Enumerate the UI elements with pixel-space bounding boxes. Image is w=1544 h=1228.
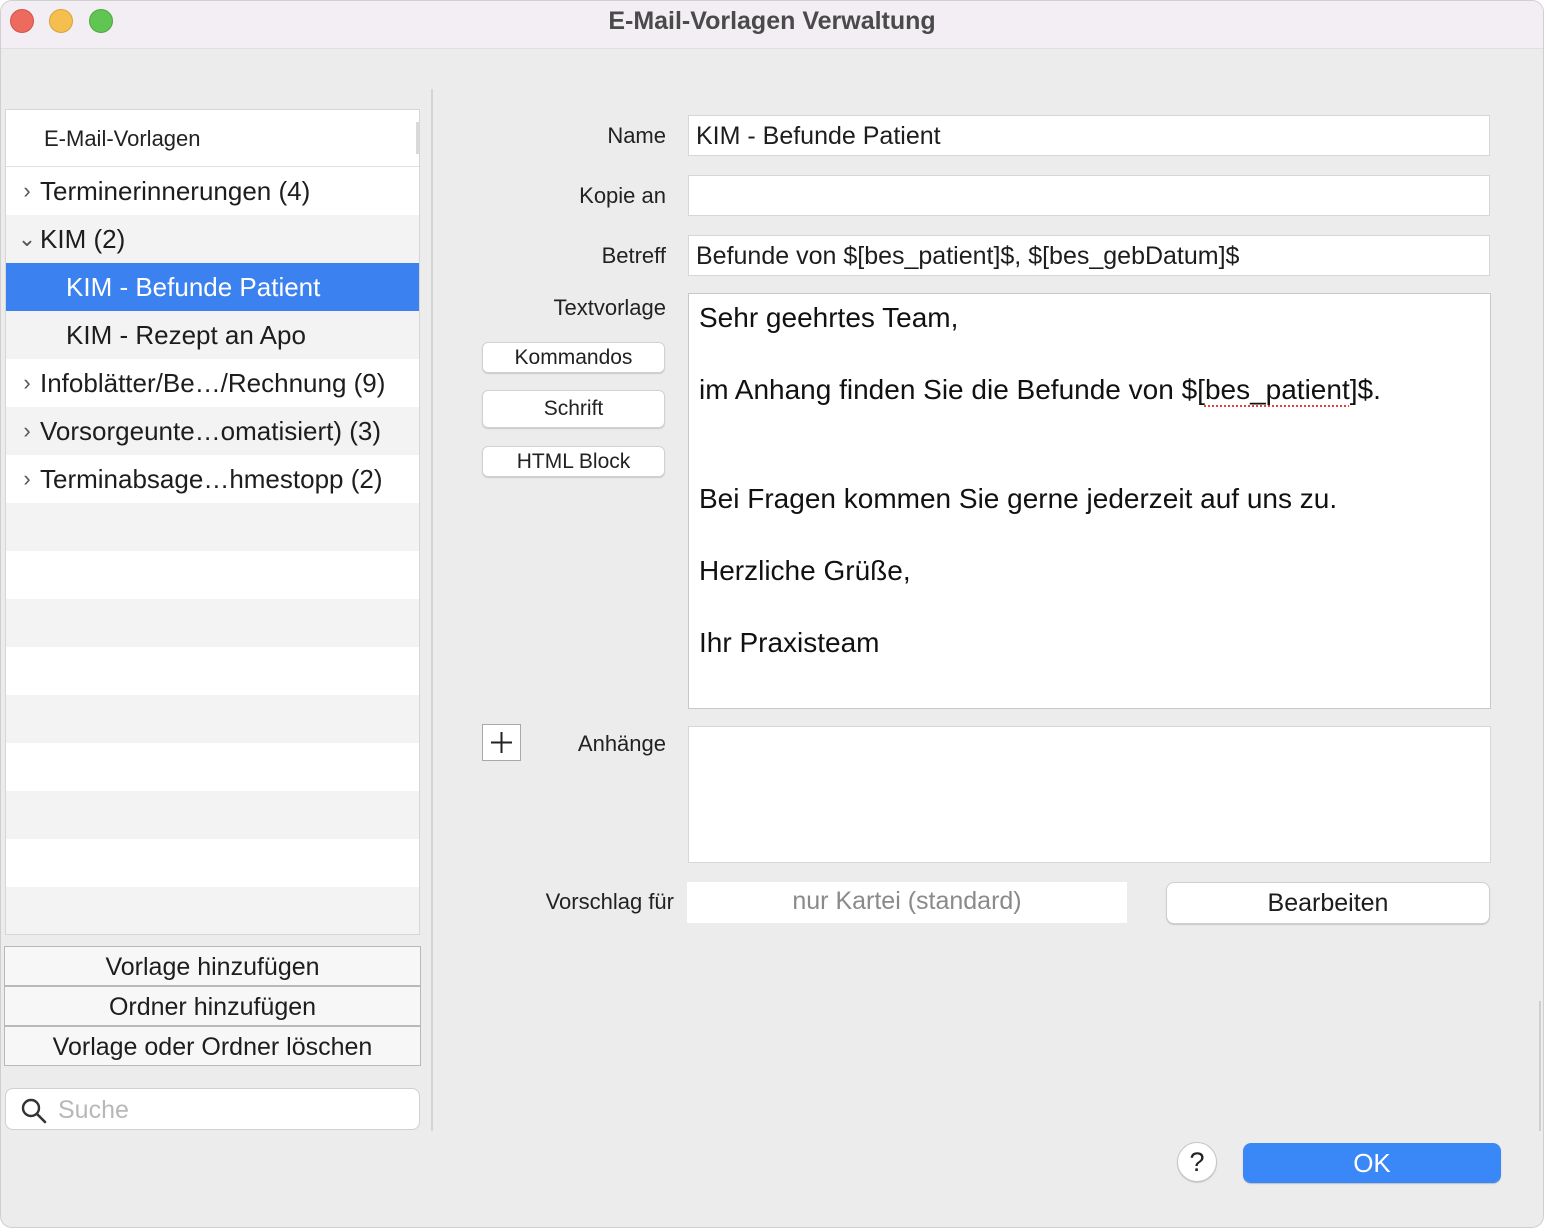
empty-row (6, 551, 419, 599)
empty-row (6, 887, 419, 934)
window-title: E-Mail-Vorlagen Verwaltung (608, 7, 936, 35)
chevron-right-icon[interactable]: › (16, 167, 38, 215)
chevron-right-icon[interactable]: › (16, 455, 38, 503)
search-field[interactable] (5, 1088, 420, 1130)
suggest-label: Vorschlag für (545, 889, 674, 914)
cc-label: Kopie an (579, 183, 666, 208)
body-label: Textvorlage (553, 295, 666, 320)
tree-item-label: KIM - Rezept an Apo (66, 320, 306, 350)
body-line: Ihr Praxisteam (699, 627, 880, 658)
tree-folder-terminabsage[interactable]: › Terminabsage…hmestopp (2) (6, 455, 419, 503)
add-folder-button[interactable]: Ordner hinzufügen (4, 986, 421, 1026)
subject-field[interactable]: Befunde von $[bes_patient]$, $[bes_gebDa… (688, 235, 1490, 276)
subject-label: Betreff (601, 243, 666, 268)
body-text-editor[interactable]: Sehr geehrtes Team, im Anhang finden Sie… (688, 293, 1491, 709)
attachments-list[interactable] (688, 726, 1491, 863)
commands-button[interactable]: Kommandos (482, 342, 665, 373)
add-template-button[interactable]: Vorlage hinzufügen (4, 946, 421, 986)
column-resize-handle[interactable] (416, 122, 419, 154)
name-label: Name (607, 123, 666, 148)
name-field[interactable]: KIM - Befunde Patient (688, 115, 1490, 156)
chevron-down-icon[interactable]: ⌄ (16, 215, 38, 263)
empty-row (6, 791, 419, 839)
html-block-button[interactable]: HTML Block (482, 446, 665, 477)
chevron-right-icon[interactable]: › (16, 359, 38, 407)
body-line: Bei Fragen kommen Sie gerne jederzeit au… (699, 483, 1338, 514)
search-icon (21, 1098, 47, 1124)
tree-item-label: Terminabsage…hmestopp (2) (40, 464, 383, 494)
empty-row (6, 743, 419, 791)
font-button[interactable]: Schrift (482, 390, 665, 428)
tree-item-kim-rezept-an-apo[interactable]: KIM - Rezept an Apo (6, 311, 419, 359)
tree-header-label: E-Mail-Vorlagen (44, 126, 201, 151)
tree-column-header[interactable]: E-Mail-Vorlagen (6, 110, 419, 167)
split-view-divider[interactable] (431, 89, 433, 1131)
tree-item-label: Infoblätter/Be…/Rechnung (9) (40, 368, 386, 398)
window-edge (1539, 1001, 1541, 1131)
body-text: ]$. (1349, 374, 1381, 405)
empty-row (6, 599, 419, 647)
body-line: Sehr geehrtes Team, (699, 302, 959, 333)
chevron-right-icon[interactable]: › (16, 407, 38, 455)
cc-field[interactable] (688, 175, 1490, 216)
delete-template-or-folder-button[interactable]: Vorlage oder Ordner löschen (4, 1026, 421, 1066)
dialog-window: E-Mail-Vorlagen Verwaltung E-Mail-Vorlag… (0, 0, 1544, 1228)
title-bar: E-Mail-Vorlagen Verwaltung (1, 1, 1543, 49)
tree-item-kim-befunde-patient[interactable]: KIM - Befunde Patient (6, 263, 419, 311)
attachments-label: Anhänge (577, 731, 666, 756)
tree-item-label: KIM - Befunde Patient (66, 272, 321, 302)
body-text: im Anhang finden Sie die Befunde von $[ (699, 374, 1205, 405)
body-line: im Anhang finden Sie die Befunde von $[b… (699, 372, 1480, 408)
body-line: Herzliche Grüße, (699, 555, 911, 586)
ok-button[interactable]: OK (1243, 1143, 1501, 1183)
help-button[interactable]: ? (1177, 1142, 1217, 1182)
misspelled-word[interactable]: bes_patient (1205, 374, 1350, 405)
empty-row (6, 839, 419, 887)
empty-row (6, 503, 419, 551)
tree-item-label: KIM (2) (40, 224, 126, 254)
suggest-for-field[interactable]: nur Kartei (standard) (687, 882, 1127, 923)
tree-folder-vorsorgeuntersuchungen[interactable]: › Vorsorgeunte…omatisiert) (3) (6, 407, 419, 455)
tree-folder-terminerinnerungen[interactable]: › Terminerinnerungen (4) (6, 167, 419, 215)
search-input[interactable] (58, 1093, 408, 1127)
tree-folder-infoblaetter[interactable]: › Infoblätter/Be…/Rechnung (9) (6, 359, 419, 407)
empty-row (6, 695, 419, 743)
tree-folder-kim[interactable]: ⌄ KIM (2) (6, 215, 419, 263)
tree-item-label: Terminerinnerungen (4) (40, 176, 311, 206)
edit-button[interactable]: Bearbeiten (1166, 882, 1490, 924)
empty-row (6, 647, 419, 695)
tree-item-label: Vorsorgeunte…omatisiert) (3) (40, 416, 382, 446)
template-tree: E-Mail-Vorlagen › Terminerinnerungen (4)… (5, 109, 420, 935)
